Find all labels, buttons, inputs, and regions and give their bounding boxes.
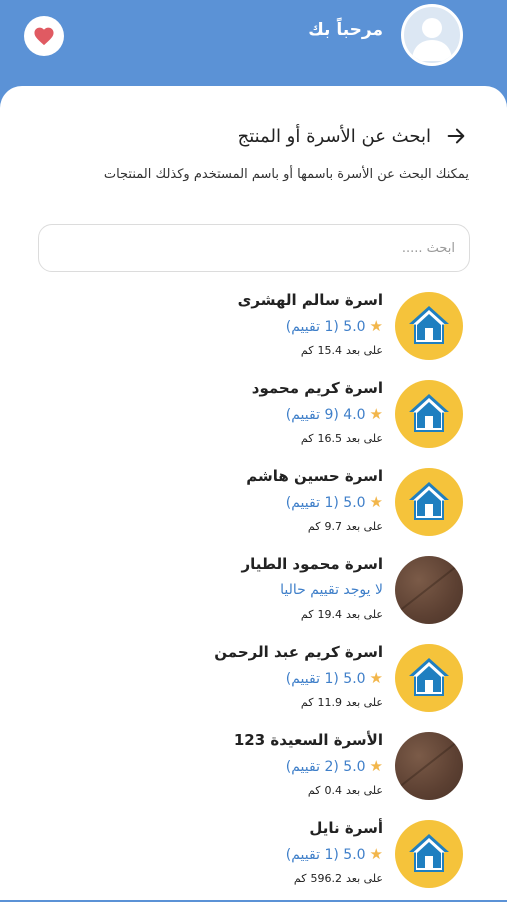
family-info: اسرة كريم عبد الرحمن ★5.0 (1 تقييم) على بع… [23, 640, 383, 712]
family-info: أسرة نايل ★5.0 (1 تقييم) على بعد596.2كم [23, 816, 383, 888]
distance-row: على بعد15.4كم [23, 342, 383, 360]
distance-unit: كم [293, 872, 307, 885]
distance-label: على بعد [345, 784, 383, 797]
greeting-text: مرحباً بك [308, 20, 383, 40]
house-logo-icon [395, 820, 463, 888]
family-info: الأسرة السعيدة 123 ★5.0 (2 تقييم) على بعد0… [23, 728, 383, 800]
distance-unit: كم [300, 696, 314, 709]
family-name: أسرة نايل [309, 819, 383, 837]
distance-value: 596.2 [310, 872, 342, 885]
family-list-item[interactable]: اسرة سالم الهشرى ★5.0 (1 تقييم) على بعد15.… [0, 286, 507, 374]
family-list-item[interactable]: اسرة محمود الطيار لا يوجد تقييم حاليا على … [0, 550, 507, 638]
rating-count: (2 تقييم) [285, 759, 339, 775]
distance-label: على بعد [345, 520, 383, 533]
star-icon: ★ [369, 845, 383, 863]
distance-unit: كم [307, 784, 321, 797]
family-name: اسرة كريم محمود [251, 379, 383, 397]
family-list-item[interactable]: اسرة حسين هاشم ★5.0 (1 تقييم) على بعد9.7كم [0, 462, 507, 550]
distance-value: 15.4 [317, 344, 342, 357]
distance-row: على بعد9.7كم [23, 518, 383, 536]
rating-count: (9 تقييم) [285, 407, 339, 423]
house-logo-icon [395, 292, 463, 360]
star-icon: ★ [369, 493, 383, 511]
content-sheet: ابحث عن الأسرة أو المنتج يمكنك البحث عن … [0, 86, 507, 900]
rating-count: (1 تقييم) [285, 495, 339, 511]
family-list-item[interactable]: أسرة نايل ★5.0 (1 تقييم) على بعد596.2كم [0, 814, 507, 902]
distance-unit: كم [300, 608, 314, 621]
distance-label: على بعد [345, 432, 383, 445]
family-info: اسرة محمود الطيار لا يوجد تقييم حاليا على … [23, 552, 383, 624]
distance-value: 16.5 [317, 432, 342, 445]
house-logo-icon [395, 644, 463, 712]
rating-row: ★5.0 (1 تقييم) [23, 842, 383, 870]
family-list-item[interactable]: اسرة كريم عبد الرحمن ★5.0 (1 تقييم) على بع… [0, 638, 507, 726]
search-input[interactable] [38, 224, 470, 272]
distance-unit: كم [307, 520, 321, 533]
family-name: الأسرة السعيدة 123 [233, 731, 383, 749]
house-logo-icon [395, 468, 463, 536]
rating-value: 5.0 [343, 847, 366, 863]
distance-row: على بعد19.4كم [23, 606, 383, 624]
distance-value: 9.7 [324, 520, 342, 533]
family-logo-image [395, 556, 463, 624]
rating-count: (1 تقييم) [285, 671, 339, 687]
house-logo-icon [395, 380, 463, 448]
page-title: ابحث عن الأسرة أو المنتج [237, 125, 431, 147]
distance-row: على بعد16.5كم [23, 430, 383, 448]
family-info: اسرة كريم محمود ★4.0 (9 تقييم) على بعد16.5… [23, 376, 383, 448]
family-name: اسرة سالم الهشرى [237, 291, 383, 309]
distance-row: على بعد11.9كم [23, 694, 383, 712]
distance-label: على بعد [345, 872, 383, 885]
distance-value: 19.4 [317, 608, 342, 621]
distance-label: على بعد [345, 696, 383, 709]
search-hint-text: يمكنك البحث عن الأسرة باسمها أو باسم الم… [103, 167, 469, 182]
rating-row: ★5.0 (1 تقييم) [23, 490, 383, 518]
arrow-right-icon[interactable] [445, 125, 467, 147]
rating-row: ★5.0 (1 تقييم) [23, 666, 383, 694]
star-icon: ★ [369, 669, 383, 687]
family-info: اسرة سالم الهشرى ★5.0 (1 تقييم) على بعد15.… [23, 288, 383, 360]
user-avatar-icon[interactable] [401, 4, 463, 66]
family-info: اسرة حسين هاشم ★5.0 (1 تقييم) على بعد9.7كم [23, 464, 383, 536]
rating-value: 5.0 [343, 759, 366, 775]
star-icon: ★ [369, 405, 383, 423]
rating-row: ★5.0 (2 تقييم) [23, 754, 383, 782]
rating-value: 5.0 [343, 495, 366, 511]
rating-count: (1 تقييم) [285, 847, 339, 863]
rating-value: 4.0 [343, 407, 366, 423]
rating-count: (1 تقييم) [285, 319, 339, 335]
distance-unit: كم [300, 432, 314, 445]
rating-value: 5.0 [343, 671, 366, 687]
favorites-button[interactable] [24, 16, 64, 56]
family-list-item[interactable]: الأسرة السعيدة 123 ★5.0 (2 تقييم) على بعد0… [0, 726, 507, 814]
family-list-item[interactable]: اسرة كريم محمود ★4.0 (9 تقييم) على بعد16.5… [0, 374, 507, 462]
no-rating-text: لا يوجد تقييم حاليا [280, 582, 383, 598]
family-name: اسرة كريم عبد الرحمن [214, 643, 383, 661]
rating-row: ★5.0 (1 تقييم) [23, 314, 383, 342]
distance-row: على بعد596.2كم [23, 870, 383, 888]
distance-row: على بعد0.4كم [23, 782, 383, 800]
star-icon: ★ [369, 317, 383, 335]
app-header: مرحباً بك [0, 0, 507, 100]
distance-label: على بعد [345, 608, 383, 621]
family-name: اسرة حسين هاشم [246, 467, 383, 485]
heart-icon [34, 27, 54, 46]
distance-label: على بعد [345, 344, 383, 357]
rating-value: 5.0 [343, 319, 366, 335]
family-list: اسرة سالم الهشرى ★5.0 (1 تقييم) على بعد15.… [0, 286, 507, 902]
distance-value: 0.4 [324, 784, 342, 797]
family-name: اسرة محمود الطيار [241, 555, 383, 573]
family-logo-image [395, 732, 463, 800]
rating-row: ★4.0 (9 تقييم) [23, 402, 383, 430]
star-icon: ★ [369, 757, 383, 775]
distance-value: 11.9 [317, 696, 342, 709]
rating-row: لا يوجد تقييم حاليا [23, 578, 383, 606]
distance-unit: كم [300, 344, 314, 357]
page-title-row: ابحث عن الأسرة أو المنتج [40, 122, 467, 150]
